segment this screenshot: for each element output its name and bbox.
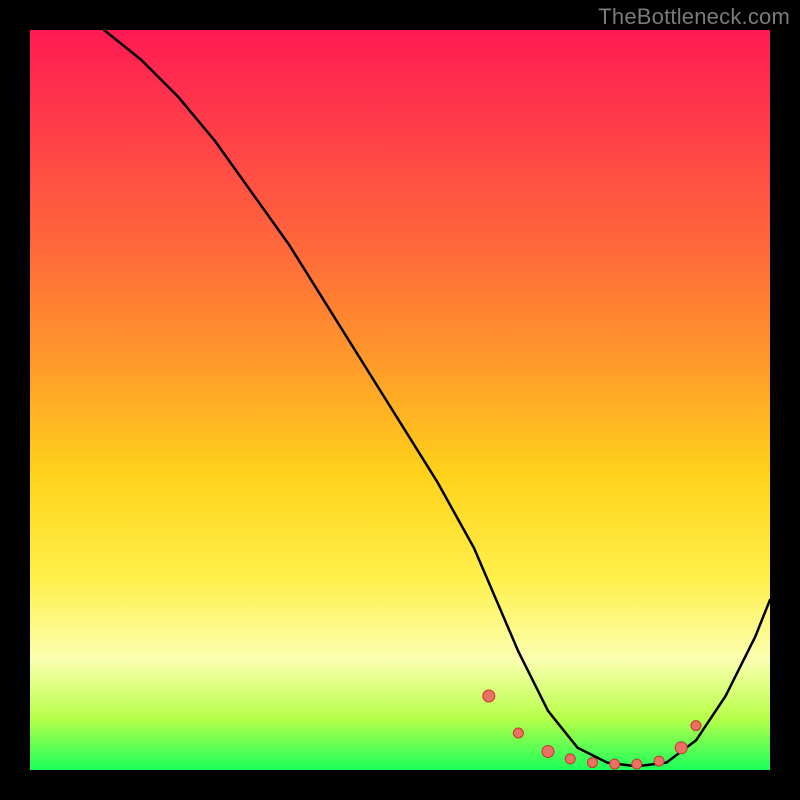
plot-svg — [30, 30, 770, 770]
bottleneck-curve — [104, 30, 770, 766]
chart-frame: TheBottleneck.com — [0, 0, 800, 800]
valley-marker — [542, 746, 554, 758]
watermark-text: TheBottleneck.com — [598, 4, 790, 30]
valley-marker — [483, 690, 495, 702]
curve-line-group — [104, 30, 770, 766]
valley-marker — [565, 754, 575, 764]
valley-marker — [632, 759, 642, 769]
valley-marker — [675, 742, 687, 754]
valley-marker — [654, 756, 664, 766]
valley-marker — [587, 758, 597, 768]
valley-marker — [513, 728, 523, 738]
plot-area — [30, 30, 770, 770]
valley-marker — [691, 721, 701, 731]
valley-marker — [610, 759, 620, 769]
valley-markers — [483, 690, 701, 769]
